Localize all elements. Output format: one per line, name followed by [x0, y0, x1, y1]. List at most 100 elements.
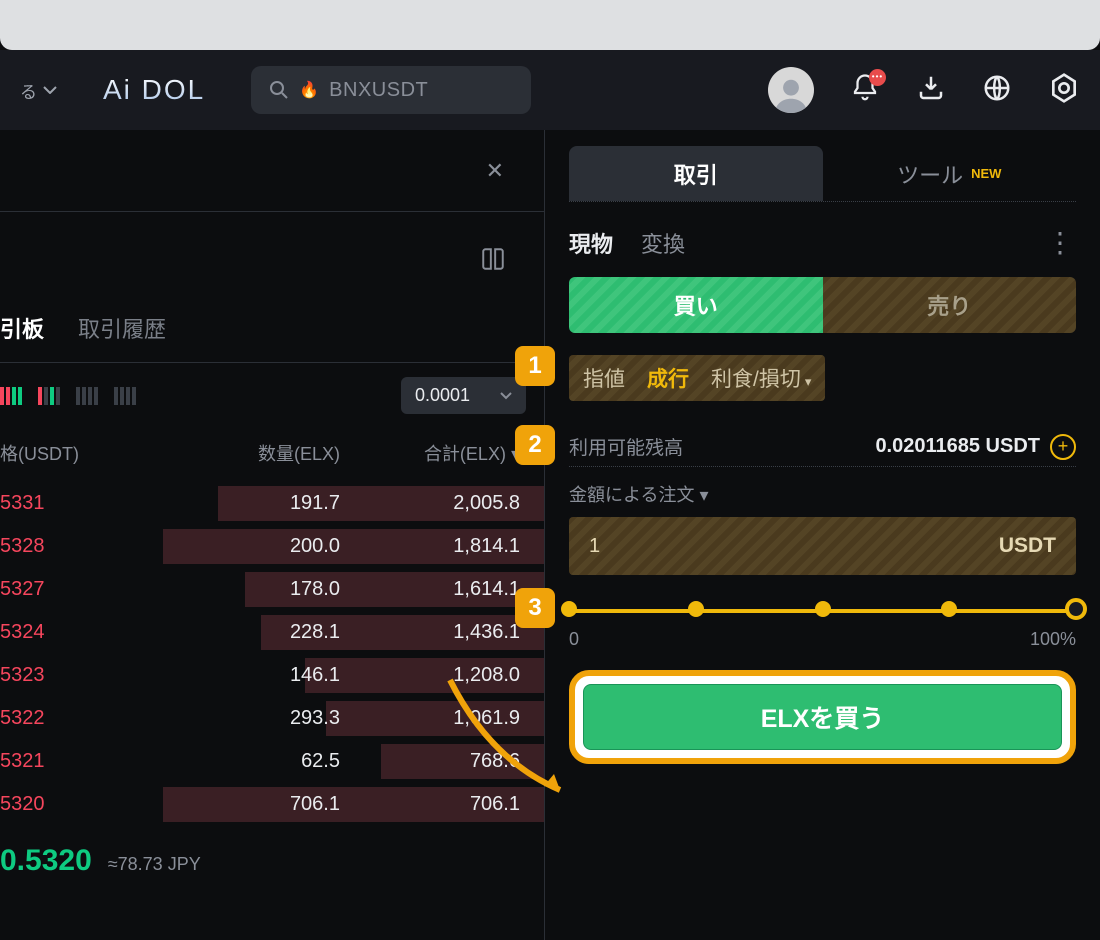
row-price: 5321: [0, 750, 140, 773]
search-emoji: 🔥: [299, 80, 319, 100]
tab-spot[interactable]: 現物: [569, 227, 613, 259]
orderbook-view-modes: [0, 387, 136, 405]
nav-dropdown[interactable]: る: [20, 78, 57, 103]
orderbook-row[interactable]: 532162.5768.6: [0, 740, 544, 783]
buy-sell-toggle: 買い 売り: [569, 277, 1076, 333]
balance-row: 利用可能残高 0.02011685 USDT +: [569, 433, 1076, 467]
slider-min: 0: [569, 629, 579, 650]
last-price-row: 0.5320 ≈78.73 JPY: [0, 826, 544, 878]
orderbook-row[interactable]: 5322293.31,061.9: [0, 697, 544, 740]
last-price: 0.5320: [0, 844, 92, 878]
gear-icon: [1048, 72, 1080, 104]
chevron-down-icon: [500, 392, 512, 400]
orderbook-row[interactable]: 5323146.11,208.0: [0, 654, 544, 697]
search-pair-text: BNXUSDT: [329, 79, 428, 102]
order-type-stop[interactable]: 利食/損切▾: [711, 363, 811, 393]
row-total: 1,061.9: [340, 707, 520, 730]
notification-badge: •••: [869, 69, 886, 86]
row-qty: 293.3: [140, 707, 340, 730]
row-qty: 62.5: [140, 750, 340, 773]
row-price: 5323: [0, 664, 140, 687]
amount-value: 1: [589, 535, 600, 558]
order-type-tabs: 指値 成行 利食/損切▾: [569, 355, 825, 401]
row-qty: 228.1: [140, 621, 340, 644]
col-total: 合計(ELX) ▾: [340, 440, 520, 466]
settings-button[interactable]: [1048, 72, 1080, 109]
order-by-dropdown[interactable]: 金額による注文 ▾: [569, 481, 1076, 507]
notifications-button[interactable]: •••: [850, 73, 880, 108]
close-icon[interactable]: ✕: [486, 158, 504, 184]
top-bar: る Ai DOL 🔥 BNXUSDT •••: [0, 50, 1100, 130]
depth-value: 0.0001: [415, 385, 470, 406]
view-mode-bids[interactable]: [76, 387, 98, 405]
view-mode-split[interactable]: [38, 387, 60, 405]
globe-icon: [982, 73, 1012, 103]
row-price: 5328: [0, 535, 140, 558]
download-button[interactable]: [916, 73, 946, 108]
more-menu-icon[interactable]: ⋮: [1046, 226, 1076, 259]
language-button[interactable]: [982, 73, 1012, 108]
amount-unit: USDT: [999, 534, 1056, 558]
trade-panel: 取引 ツール NEW 現物 変換 ⋮ 買い 売り 指値 成行 利食/損切▾ 利用…: [545, 130, 1100, 940]
logo[interactable]: Ai DOL: [103, 74, 205, 106]
row-price: 5322: [0, 707, 140, 730]
approx-price: ≈78.73 JPY: [108, 854, 201, 875]
percent-slider[interactable]: 0 100%: [569, 609, 1076, 650]
nav-dropdown-label: る: [20, 78, 37, 103]
order-type-market[interactable]: 成行: [647, 363, 689, 393]
row-qty: 178.0: [140, 578, 340, 601]
col-price: 格(USDT): [0, 440, 140, 466]
tab-history[interactable]: 取引履歴: [78, 312, 166, 344]
balance-label: 利用可能残高: [569, 433, 683, 460]
row-total: 2,005.8: [340, 492, 520, 515]
row-total: 1,614.1: [340, 578, 520, 601]
balance-value: 0.02011685 USDT: [875, 435, 1040, 458]
annotation-3: 3: [515, 588, 555, 628]
buy-button[interactable]: ELXを買う: [583, 684, 1062, 750]
row-total: 1,436.1: [340, 621, 520, 644]
amount-input[interactable]: 1 USDT: [569, 517, 1076, 575]
view-mode-both[interactable]: [0, 387, 22, 405]
orderbook-tabs: 引板 取引履歴: [0, 312, 544, 363]
order-type-limit[interactable]: 指値: [583, 363, 625, 393]
sell-toggle[interactable]: 売り: [823, 277, 1077, 333]
row-qty: 706.1: [140, 793, 340, 816]
chevron-down-icon: [43, 86, 57, 94]
orderbook-row[interactable]: 5320706.1706.1: [0, 783, 544, 826]
trade-tabs: 取引 ツール NEW: [569, 146, 1076, 202]
buy-toggle[interactable]: 買い: [569, 277, 823, 333]
download-icon: [916, 73, 946, 103]
row-total: 1,208.0: [340, 664, 520, 687]
orderbook-row[interactable]: 5327178.01,614.1: [0, 568, 544, 611]
row-price: 5320: [0, 793, 140, 816]
tab-trade[interactable]: 取引: [569, 146, 823, 201]
row-price: 5331: [0, 492, 140, 515]
new-badge: NEW: [971, 166, 1001, 181]
tab-tools[interactable]: ツール NEW: [823, 146, 1077, 201]
row-qty: 146.1: [140, 664, 340, 687]
search-input[interactable]: 🔥 BNXUSDT: [251, 66, 531, 114]
deposit-icon[interactable]: +: [1050, 434, 1076, 460]
annotation-1: 1: [515, 346, 555, 386]
tab-orderbook[interactable]: 引板: [0, 312, 44, 344]
tab-convert[interactable]: 変換: [641, 227, 685, 259]
row-price: 5324: [0, 621, 140, 644]
view-mode-asks[interactable]: [114, 387, 136, 405]
user-icon: [772, 75, 810, 113]
orderbook-row[interactable]: 5328200.01,814.1: [0, 525, 544, 568]
row-qty: 200.0: [140, 535, 340, 558]
orderbook-row[interactable]: 5324228.11,436.1: [0, 611, 544, 654]
row-total: 706.1: [340, 793, 520, 816]
spot-convert-row: 現物 変換 ⋮: [569, 202, 1076, 277]
annotation-2: 2: [515, 425, 555, 465]
search-icon: [269, 80, 289, 100]
row-qty: 191.7: [140, 492, 340, 515]
orderbook-headers: 格(USDT) 数量(ELX) 合計(ELX) ▾: [0, 428, 544, 482]
avatar[interactable]: [768, 67, 814, 113]
orderbook-row[interactable]: 5331191.72,005.8: [0, 482, 544, 525]
browser-chrome: [0, 0, 1100, 50]
row-total: 768.6: [340, 750, 520, 773]
depth-select[interactable]: 0.0001: [401, 377, 526, 414]
book-icon[interactable]: [480, 246, 506, 277]
buy-button-highlight: ELXを買う: [569, 670, 1076, 764]
